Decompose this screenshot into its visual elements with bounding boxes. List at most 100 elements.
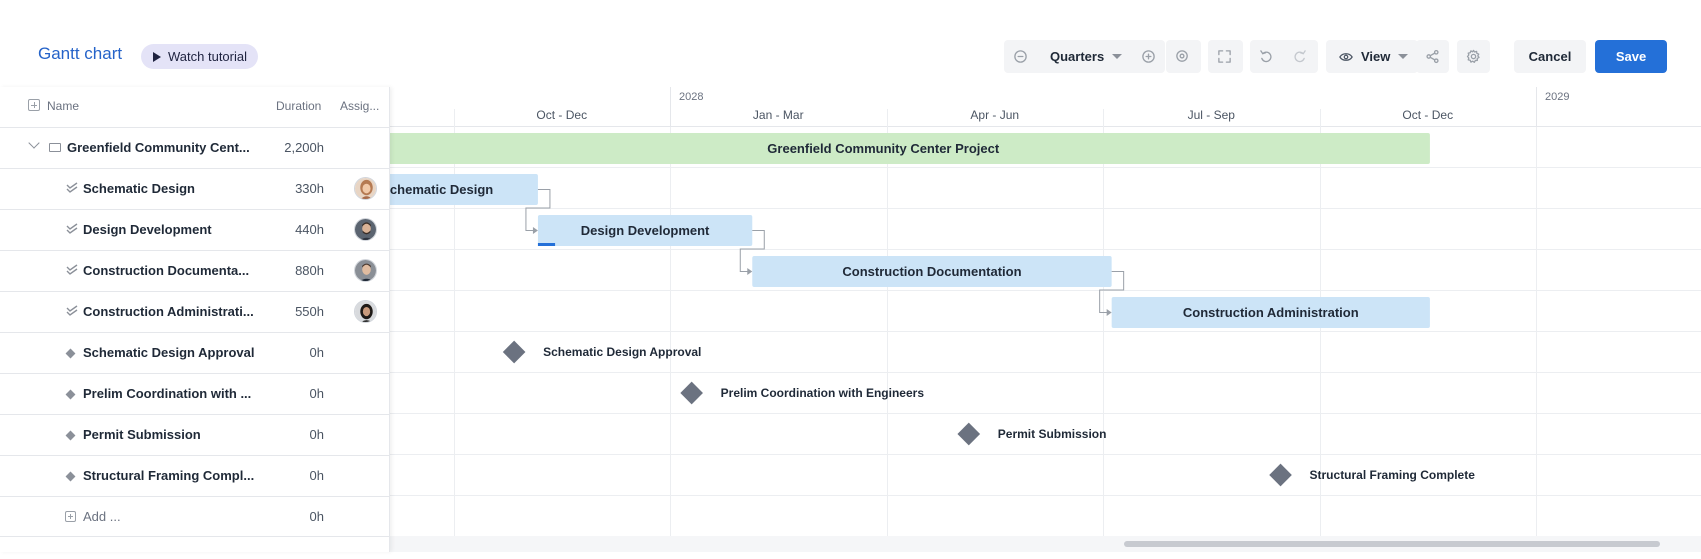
gantt-canvas[interactable]: 2028 2029 Jul - Sep Oct - Dec Jan - Mar Apr -… <box>390 87 1701 552</box>
share-group <box>1416 40 1449 73</box>
row-name: Greenfield Community Cent... <box>67 140 250 155</box>
zoom-level-select[interactable]: Quarters <box>1037 40 1132 73</box>
gantt-timeline[interactable]: 2028 2029 Jul - Sep Oct - Dec Jan - Mar Apr -… <box>390 87 1701 552</box>
table-row[interactable]: Schematic Design Approval 0h <box>0 332 390 373</box>
milestone-diamond[interactable] <box>680 381 703 405</box>
row-name: Construction Administrati... <box>83 304 254 319</box>
column-header-assignee[interactable]: Assig... <box>340 99 379 113</box>
gear-icon[interactable] <box>1457 40 1490 73</box>
milestone-icon <box>65 348 76 359</box>
task-icon <box>66 264 78 275</box>
row-duration: 880h <box>295 263 324 278</box>
search-group <box>1166 40 1201 73</box>
table-row[interactable]: Permit Submission 0h <box>0 414 390 455</box>
milestone-label: Permit Submission <box>998 427 1107 441</box>
view-group: View <box>1326 40 1419 73</box>
column-header-duration[interactable]: Duration <box>276 99 321 113</box>
undo-icon[interactable] <box>1250 40 1283 73</box>
view-select-label: View <box>1361 49 1391 64</box>
grid-header: Name Duration Assig... <box>0 87 390 127</box>
redo-icon[interactable] <box>1283 40 1316 73</box>
milestone-label: Structural Framing Complete <box>1310 468 1476 482</box>
table-row[interactable]: Construction Administrati... 550h <box>0 291 390 332</box>
bar-label: Greenfield Community Center Project <box>767 141 1000 156</box>
scrollbar-thumb[interactable] <box>1124 541 1660 547</box>
table-row[interactable]: Prelim Coordination with ... 0h <box>0 373 390 414</box>
horizontal-scrollbar[interactable] <box>390 536 1701 552</box>
column-header-name[interactable]: Name <box>47 99 79 113</box>
comment-icon[interactable] <box>1004 40 1037 73</box>
table-row[interactable]: Construction Documenta... 880h <box>0 250 390 291</box>
row-duration: 0h <box>309 509 324 524</box>
row-duration: 0h <box>309 468 324 483</box>
quarter-label: Oct - Dec <box>1402 108 1453 122</box>
dependency-arrow <box>532 227 538 234</box>
bar-label: Construction Administration <box>1183 305 1359 320</box>
chevron-down-icon[interactable] <box>28 137 40 149</box>
task-icon <box>66 223 78 234</box>
zoom-in-icon[interactable] <box>1132 40 1165 73</box>
row-name: Schematic Design Approval <box>83 345 255 360</box>
row-name: Construction Documenta... <box>83 263 250 278</box>
table-row[interactable]: Schematic Design 330h <box>0 168 390 209</box>
row-name: Design Development <box>83 222 212 237</box>
row-duration: 550h <box>295 304 324 319</box>
milestone-diamond[interactable] <box>957 422 981 446</box>
eye-icon <box>1339 52 1353 61</box>
task-icon <box>66 182 78 193</box>
table-row[interactable]: Design Development 440h <box>0 209 390 250</box>
avatar[interactable] <box>354 259 377 282</box>
avatar[interactable] <box>354 218 377 241</box>
row-duration: 0h <box>309 427 324 442</box>
add-icon[interactable] <box>65 511 76 522</box>
settings-group <box>1457 40 1490 73</box>
avatar[interactable] <box>354 300 377 323</box>
zoom-level-value: Quarters <box>1050 49 1105 64</box>
quarter-label: Apr - Jun <box>970 108 1019 122</box>
cancel-button[interactable]: Cancel <box>1514 40 1586 73</box>
chevron-down-icon <box>1398 54 1409 59</box>
view-select[interactable]: View <box>1326 40 1418 73</box>
row-duration: 440h <box>295 222 324 237</box>
play-icon <box>153 51 161 62</box>
table-row[interactable]: Greenfield Community Cent... 2,200h <box>0 127 390 168</box>
row-duration: 330h <box>295 181 324 196</box>
row-name: Permit Submission <box>83 427 201 442</box>
avatar[interactable] <box>354 177 377 200</box>
folder-icon <box>49 143 61 152</box>
year-label: 2028 <box>679 91 703 103</box>
quarter-label: Jan - Mar <box>753 108 804 122</box>
row-duration: 0h <box>309 345 324 360</box>
save-button[interactable]: Save <box>1595 40 1667 73</box>
row-name: Prelim Coordination with ... <box>83 386 252 401</box>
milestone-diamond[interactable] <box>502 340 526 364</box>
dependency-arrow <box>1106 309 1112 316</box>
milestone-diamond[interactable] <box>1269 463 1292 487</box>
dependency-arrow <box>747 268 753 275</box>
fullscreen-group <box>1208 40 1243 73</box>
milestone-icon <box>65 389 76 400</box>
bar-label: Design Development <box>581 223 710 238</box>
add-task-label[interactable]: Add ... <box>83 509 121 524</box>
search-icon[interactable] <box>1166 40 1199 73</box>
history-group <box>1250 40 1318 73</box>
row-duration: 2,200h <box>284 140 324 155</box>
row-name: Structural Framing Compl... <box>83 468 255 483</box>
watch-tutorial-button[interactable]: Watch tutorial <box>141 44 258 69</box>
year-label: 2029 <box>1545 91 1569 103</box>
row-duration: 0h <box>309 386 324 401</box>
fullscreen-icon[interactable] <box>1208 40 1241 73</box>
milestone-label: Prelim Coordination with Engineers <box>721 386 925 400</box>
task-icon <box>66 305 78 316</box>
zoom-toolbar: Quarters <box>1004 40 1166 73</box>
add-task-row[interactable]: Add ... 0h <box>0 496 390 537</box>
bar-label: Construction Documentation <box>842 264 1021 279</box>
bar-label: Schematic Design <box>390 182 493 197</box>
row-name: Schematic Design <box>83 181 195 196</box>
task-grid: Name Duration Assig... Greenfield Commun… <box>0 87 390 552</box>
table-row[interactable]: Structural Framing Compl... 0h <box>0 455 390 496</box>
watch-tutorial-label: Watch tutorial <box>168 49 247 64</box>
add-column-icon[interactable] <box>28 99 40 111</box>
progress-bar <box>537 243 556 246</box>
share-icon[interactable] <box>1416 40 1449 73</box>
